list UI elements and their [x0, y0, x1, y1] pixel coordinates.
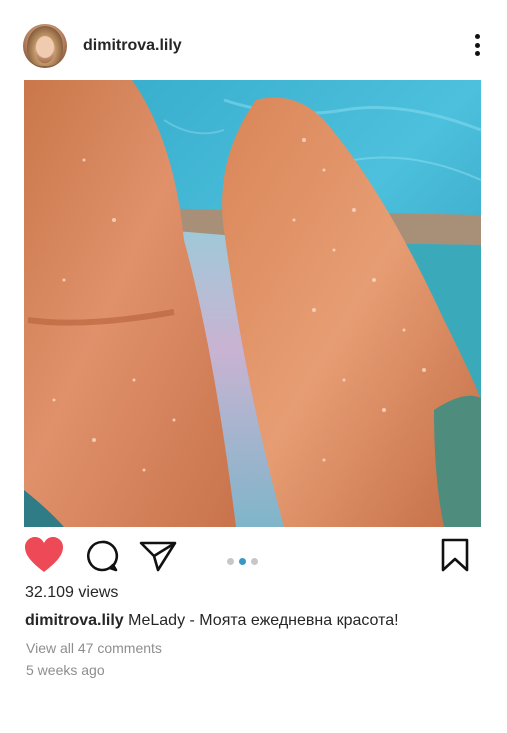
- view-comments-link[interactable]: View all 47 comments: [26, 640, 162, 656]
- caption: dimitrova.lily MeLady - Моята ежедневна …: [25, 612, 399, 630]
- post-header: dimitrova.lily: [0, 0, 507, 80]
- author-username[interactable]: dimitrova.lily: [83, 37, 182, 55]
- carousel-dot: [227, 558, 234, 566]
- more-options-icon[interactable]: [467, 34, 487, 60]
- comment-icon[interactable]: [85, 539, 119, 573]
- photo-image: [24, 80, 481, 527]
- paper-plane-icon[interactable]: [138, 539, 178, 573]
- carousel-dot-active: [239, 558, 246, 566]
- bookmark-icon[interactable]: [440, 537, 470, 573]
- avatar[interactable]: [23, 24, 67, 68]
- post-timestamp: 5 weeks ago: [26, 662, 105, 678]
- carousel-dot: [251, 558, 258, 566]
- caption-text: MeLady - Моята ежедневна красота!: [128, 612, 399, 629]
- caption-username[interactable]: dimitrova.lily: [25, 612, 124, 629]
- views-count: 32.109 views: [25, 584, 119, 601]
- avatar-face: [36, 36, 54, 58]
- action-bar: [0, 527, 507, 583]
- post-photo[interactable]: [24, 80, 481, 527]
- carousel-indicator: [227, 553, 263, 566]
- heart-icon[interactable]: [23, 536, 65, 574]
